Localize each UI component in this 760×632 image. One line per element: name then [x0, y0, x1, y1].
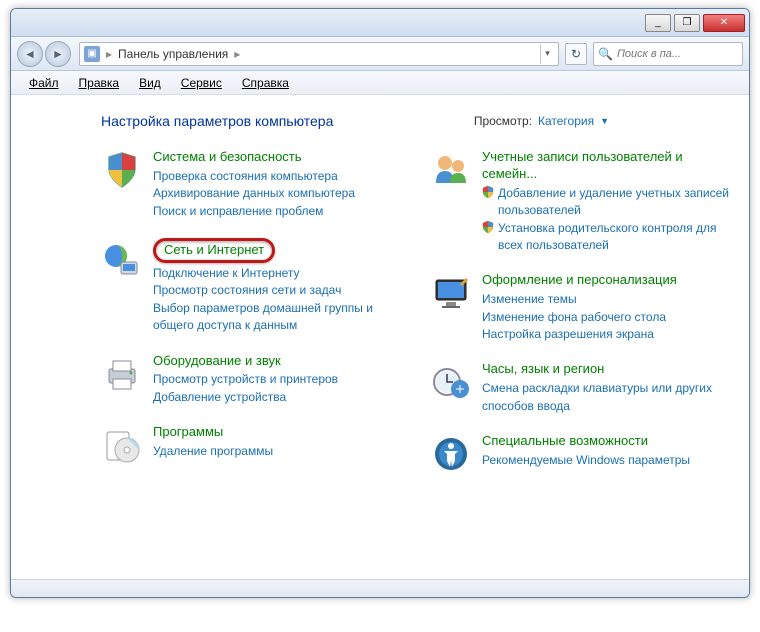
uac-shield-icon	[482, 185, 494, 204]
category-sublink[interactable]: Просмотр устройств и принтеров	[153, 371, 338, 388]
printer-icon	[101, 353, 143, 395]
menu-bar: Файл Правка Вид Сервис Справка	[11, 71, 749, 95]
chevron-down-icon[interactable]: ▼	[600, 116, 609, 126]
category-title[interactable]: Специальные возможности	[482, 433, 690, 450]
category-item: Сеть и Интернет Подключение к ИнтернетуПр…	[101, 238, 400, 334]
users-icon	[430, 149, 472, 191]
menu-help[interactable]: Справка	[234, 74, 297, 92]
category-sublink[interactable]: Настройка разрешения экрана	[482, 326, 677, 343]
disc-icon	[101, 424, 143, 466]
category-title[interactable]: Программы	[153, 424, 273, 441]
category-item: Часы, язык и регион Смена раскладки клави…	[430, 361, 729, 415]
category-sublink[interactable]: Удаление программы	[153, 443, 273, 460]
sublink-label: Установка родительского контроля для все…	[498, 220, 729, 255]
view-value[interactable]: Категория	[538, 114, 594, 128]
sublink-label: Добавление и удаление учетных записей по…	[498, 185, 729, 220]
clock-icon	[430, 361, 472, 403]
sublink-label: Проверка состояния компьютера	[153, 168, 338, 185]
category-sublink[interactable]: Добавление и удаление учетных записей по…	[482, 185, 729, 220]
address-bar[interactable]: ▣ ▸ Панель управления ▸ ▾	[79, 42, 559, 66]
titlebar: _ ❐ ✕	[11, 9, 749, 37]
control-panel-icon: ▣	[84, 46, 100, 62]
category-sublink[interactable]: Смена раскладки клавиатуры или других сп…	[482, 380, 729, 415]
access-icon	[430, 433, 472, 475]
category-sublink[interactable]: Изменение фона рабочего стола	[482, 309, 677, 326]
category-sublink[interactable]: Подключение к Интернету	[153, 265, 400, 282]
control-panel-window: _ ❐ ✕ ◄ ► ▣ ▸ Панель управления ▸ ▾ ↻ 🔍 …	[10, 8, 750, 598]
category-sublink[interactable]: Архивирование данных компьютера	[153, 185, 355, 202]
menu-file[interactable]: Файл	[21, 74, 67, 92]
category-title[interactable]: Сеть и Интернет	[153, 238, 275, 263]
category-column-right: Учетные записи пользователей и семейн...…	[430, 149, 729, 493]
category-sublink[interactable]: Добавление устройства	[153, 389, 338, 406]
sublink-label: Подключение к Интернету	[153, 265, 300, 282]
category-sublink[interactable]: Просмотр состояния сети и задач	[153, 282, 400, 299]
close-button[interactable]: ✕	[703, 14, 745, 32]
maximize-button[interactable]: ❐	[674, 14, 700, 32]
shield4-icon	[101, 149, 143, 191]
category-sublink[interactable]: Проверка состояния компьютера	[153, 168, 355, 185]
sublink-label: Выбор параметров домашней группы и общег…	[153, 300, 400, 335]
category-sublink[interactable]: Изменение темы	[482, 291, 677, 308]
sublink-label: Просмотр состояния сети и задач	[153, 282, 341, 299]
category-title[interactable]: Оформление и персонализация	[482, 272, 677, 289]
status-bar	[11, 579, 749, 597]
category-item: Учетные записи пользователей и семейн...…	[430, 149, 729, 254]
category-title[interactable]: Система и безопасность	[153, 149, 355, 166]
menu-edit[interactable]: Правка	[71, 74, 128, 92]
category-sublink[interactable]: Рекомендуемые Windows параметры	[482, 452, 690, 469]
sublink-label: Архивирование данных компьютера	[153, 185, 355, 202]
category-column-left: Система и безопасность Проверка состояния…	[101, 149, 400, 493]
category-item: Оборудование и звукПросмотр устройств и …	[101, 353, 400, 407]
breadcrumb-sep: ▸	[234, 47, 240, 61]
category-item: Оформление и персонализация Изменение тем…	[430, 272, 729, 343]
sublink-label: Настройка разрешения экрана	[482, 326, 654, 343]
refresh-button[interactable]: ↻	[565, 43, 587, 65]
breadcrumb-label[interactable]: Панель управления	[118, 47, 228, 61]
sublink-label: Изменение темы	[482, 291, 577, 308]
category-sublink[interactable]: Установка родительского контроля для все…	[482, 220, 729, 255]
breadcrumb-sep: ▸	[106, 47, 112, 61]
category-title[interactable]: Часы, язык и регион	[482, 361, 729, 378]
sublink-label: Смена раскладки клавиатуры или других сп…	[482, 380, 729, 415]
category-item: Специальные возможности Рекомендуемые Win…	[430, 433, 729, 475]
sublink-label: Добавление устройства	[153, 389, 286, 406]
menu-service[interactable]: Сервис	[173, 74, 230, 92]
page-title: Настройка параметров компьютера	[101, 113, 333, 129]
uac-shield-icon	[482, 220, 494, 239]
monitor-icon	[430, 272, 472, 314]
category-sublink[interactable]: Выбор параметров домашней группы и общег…	[153, 300, 400, 335]
search-input[interactable]	[617, 48, 738, 60]
category-title[interactable]: Учетные записи пользователей и семейн...	[482, 149, 729, 183]
content-area: Настройка параметров компьютера Просмотр…	[11, 95, 749, 579]
minimize-button[interactable]: _	[645, 14, 671, 32]
category-item: Программы Удаление программы	[101, 424, 400, 466]
sublink-label: Просмотр устройств и принтеров	[153, 371, 338, 388]
sublink-label: Рекомендуемые Windows параметры	[482, 452, 690, 469]
category-sublink[interactable]: Поиск и исправление проблем	[153, 203, 355, 220]
menu-view[interactable]: Вид	[131, 74, 169, 92]
globe-icon	[101, 238, 143, 280]
search-box[interactable]: 🔍	[593, 42, 743, 66]
navigation-bar: ◄ ► ▣ ▸ Панель управления ▸ ▾ ↻ 🔍	[11, 37, 749, 71]
view-label: Просмотр:	[474, 114, 532, 128]
sublink-label: Изменение фона рабочего стола	[482, 309, 666, 326]
sublink-label: Поиск и исправление проблем	[153, 203, 323, 220]
search-icon: 🔍	[598, 47, 613, 61]
category-title[interactable]: Оборудование и звук	[153, 353, 338, 370]
address-dropdown[interactable]: ▾	[540, 44, 554, 64]
view-selector: Просмотр: Категория ▼	[474, 114, 609, 128]
forward-button[interactable]: ►	[45, 41, 71, 67]
sublink-label: Удаление программы	[153, 443, 273, 460]
category-item: Система и безопасность Проверка состояния…	[101, 149, 400, 220]
back-button[interactable]: ◄	[17, 41, 43, 67]
